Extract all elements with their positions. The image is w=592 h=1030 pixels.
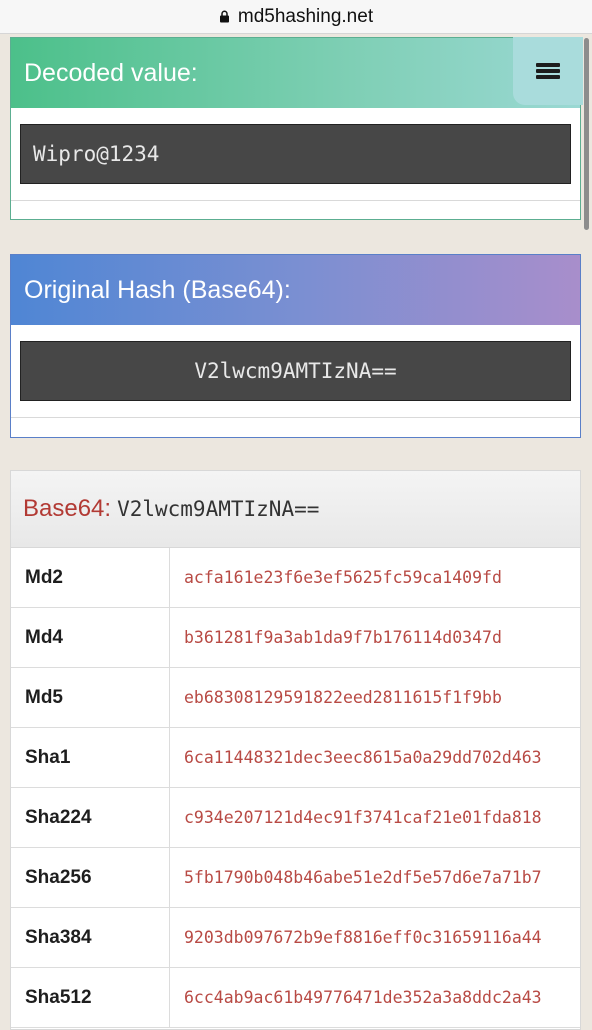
hash-value[interactable]: 5fb1790b048b46abe51e2df5e57d6e7a71b7 — [169, 847, 580, 908]
hash-value[interactable]: eb68308129591822eed2811615f1f9bb — [169, 667, 580, 728]
browser-url-bar[interactable]: md5hashing.net — [0, 0, 592, 34]
panel-divider — [11, 200, 580, 201]
hamburger-menu-icon — [536, 61, 560, 81]
algorithm-name: Sha1 — [11, 727, 170, 788]
algorithm-name: Sha512 — [11, 967, 170, 1028]
decoded-value-title: Decoded value: — [11, 38, 580, 108]
original-hash-title: Original Hash (Base64): — [11, 255, 580, 325]
decoded-value-field[interactable]: Wipro@1234 — [20, 124, 571, 184]
decoded-value-panel: Decoded value: Wipro@1234 — [10, 37, 581, 220]
table-row: Md2 acfa161e23f6e3ef5625fc59ca1409fd — [11, 548, 580, 608]
table-row: Sha1 6ca11448321dec3eec8615a0a29dd702d463 — [11, 727, 580, 788]
hash-value[interactable]: 6ca11448321dec3eec8615a0a29dd702d463 — [169, 727, 580, 788]
lock-icon — [219, 10, 229, 23]
table-row: Sha256 5fb1790b048b46abe51e2df5e57d6e7a71… — [11, 847, 580, 908]
algorithm-name: Md4 — [11, 607, 170, 668]
algorithm-name: Sha384 — [11, 907, 170, 968]
algorithm-name: Sha224 — [11, 787, 170, 848]
table-row: Sha384 9203db097672b9ef8816eff0c31659116a… — [11, 907, 580, 968]
algorithm-name: Sha256 — [11, 847, 170, 908]
page-scrollbar[interactable] — [584, 38, 589, 230]
algorithm-name: Md2 — [11, 548, 170, 608]
hash-value[interactable]: 9203db097672b9ef8816eff0c31659116a44 — [169, 907, 580, 968]
results-encoding-label: Base64: — [23, 495, 112, 522]
hash-table: Md2 acfa161e23f6e3ef5625fc59ca1409fd Md4 b… — [11, 548, 580, 1028]
table-row: Md4 b361281f9a3ab1da9f7b176114d0347d — [11, 607, 580, 668]
hash-value[interactable]: c934e207121d4ec91f3741caf21e01fda818 — [169, 787, 580, 848]
algorithm-name: Md5 — [11, 667, 170, 728]
results-encoding-value: V2lwcm9AMTIzNA== — [117, 497, 320, 521]
menu-button[interactable] — [513, 37, 583, 105]
table-row: Sha224 c934e207121d4ec91f3741caf21e01fda8… — [11, 787, 580, 848]
hash-results-panel: Base64: V2lwcm9AMTIzNA== Md2 acfa161e23f6… — [10, 470, 581, 1030]
hash-value[interactable]: 6cc4ab9ac61b49776471de352a3a8ddc2a43 — [169, 967, 580, 1028]
hash-value[interactable]: acfa161e23f6e3ef5625fc59ca1409fd — [169, 548, 580, 608]
table-row: Md5 eb68308129591822eed2811615f1f9bb — [11, 667, 580, 728]
url-host: md5hashing.net — [237, 5, 374, 27]
hash-value[interactable]: b361281f9a3ab1da9f7b176114d0347d — [169, 607, 580, 668]
table-row: Sha512 6cc4ab9ac61b49776471de352a3a8ddc2a… — [11, 967, 580, 1028]
original-hash-panel: Original Hash (Base64): V2lwcm9AMTIzNA== — [10, 254, 581, 438]
original-hash-field[interactable]: V2lwcm9AMTIzNA== — [20, 341, 571, 401]
panel-divider — [11, 417, 580, 418]
results-header: Base64: V2lwcm9AMTIzNA== — [11, 471, 580, 548]
